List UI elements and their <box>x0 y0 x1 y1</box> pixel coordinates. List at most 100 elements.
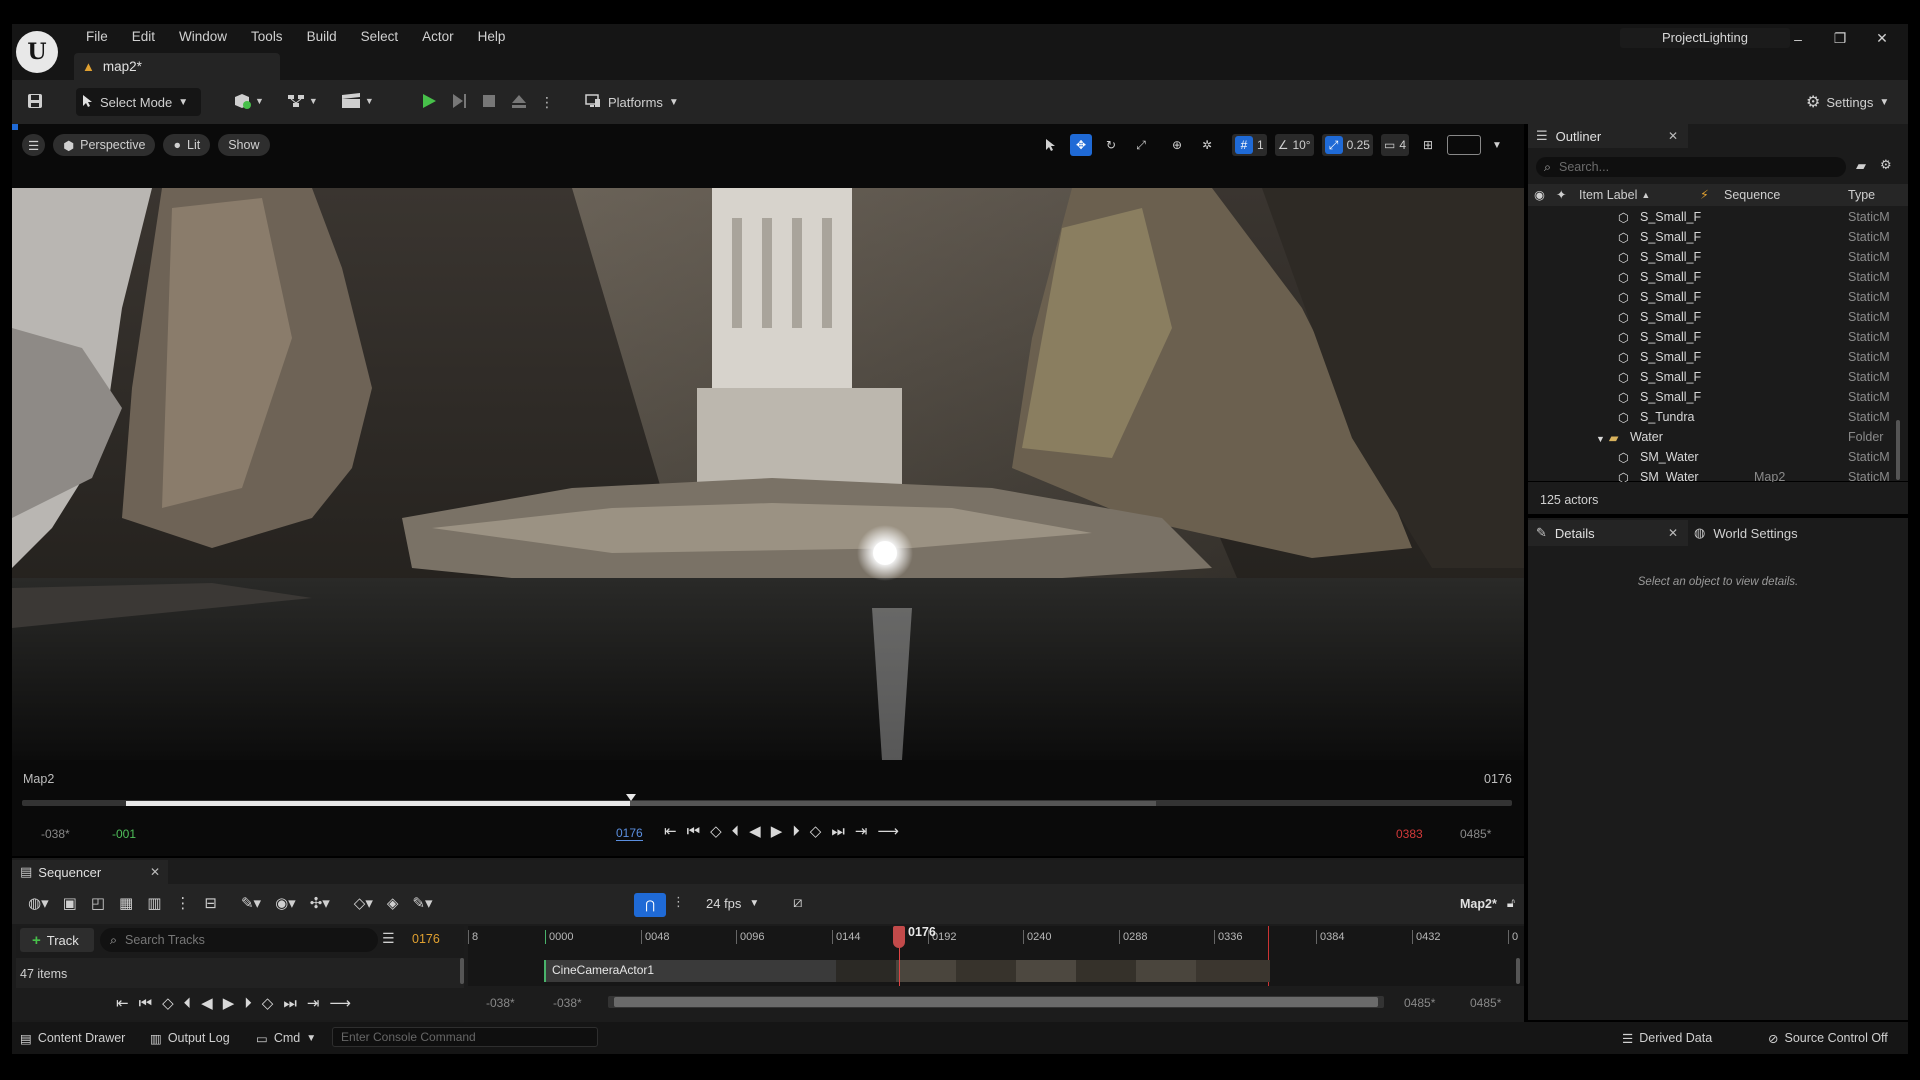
step-back-icon[interactable]: ⏴ <box>184 995 192 1012</box>
play-icon[interactable]: ▶ <box>223 994 235 1012</box>
loop-icon[interactable]: ⟶ <box>329 994 351 1012</box>
outliner-row[interactable]: ⬡ S_Small_F StaticM <box>1528 387 1908 407</box>
world-space-icon[interactable]: ⊕ <box>1166 134 1188 156</box>
blueprints-button[interactable]: ▼ <box>286 92 318 110</box>
key-icon[interactable]: ◇▾ <box>354 894 373 912</box>
step-forward-icon[interactable]: ⏵ <box>792 823 800 840</box>
surface-snap-icon[interactable]: ✲ <box>1196 134 1218 156</box>
prev-key-icon[interactable]: ◇ <box>162 994 174 1012</box>
menu-help[interactable]: Help <box>466 29 518 44</box>
pin-icon[interactable]: ✦ <box>1556 187 1566 202</box>
menu-actor[interactable]: Actor <box>410 29 466 44</box>
rotate-tool-icon[interactable]: ↻ <box>1100 134 1122 156</box>
start-in-frame[interactable]: -038* <box>41 827 70 841</box>
eject-icon[interactable] <box>510 92 528 113</box>
play-reverse-icon[interactable]: ◀ <box>749 822 761 840</box>
sequencer-current-frame[interactable]: 0176 <box>412 932 440 946</box>
outliner-row[interactable]: ⬡ S_Small_F StaticM <box>1528 227 1908 247</box>
render-movie-icon[interactable]: ▦ <box>119 894 133 912</box>
playback-options-icon[interactable]: ✣▾ <box>310 894 330 912</box>
more-options-icon[interactable]: ⋮ <box>540 94 554 111</box>
snap-magnet-icon[interactable]: ⋂ <box>634 893 666 917</box>
eye-icon[interactable]: ◉ <box>1534 187 1545 202</box>
save-sequence-icon[interactable]: ▣ <box>63 894 77 912</box>
sequencer-ruler[interactable]: 8 0000 0048 0096 0144 0192 0240 0288 033… <box>468 930 1524 952</box>
menu-tools[interactable]: Tools <box>239 29 295 44</box>
unreal-logo-icon[interactable]: U <box>16 31 58 73</box>
source-control-button[interactable]: ⊘ Source Control Off <box>1762 1024 1894 1052</box>
add-folder-icon[interactable]: ▰ <box>1856 158 1866 174</box>
timeline-scrub-handle[interactable] <box>626 794 636 801</box>
key-interp-icon[interactable]: ◈ <box>387 894 399 912</box>
step-forward-icon[interactable]: ⏵ <box>244 995 252 1012</box>
jump-back-icon[interactable]: ⏮ <box>687 823 701 840</box>
grid-snap-toggle[interactable]: # 1 <box>1232 134 1267 156</box>
scene-render[interactable] <box>12 188 1524 760</box>
save-icon[interactable] <box>26 92 44 110</box>
col-type[interactable]: Type <box>1848 188 1875 202</box>
go-to-start-icon[interactable]: ⇤ <box>116 994 129 1012</box>
start-frame[interactable]: -001 <box>112 827 136 841</box>
menu-select[interactable]: Select <box>349 29 411 44</box>
scale-snap-toggle[interactable]: ⤢ 0.25 <box>1321 134 1373 156</box>
hierarchy-icon[interactable]: ⊟ <box>204 894 217 912</box>
platforms-dropdown[interactable]: Platforms ▼ <box>578 88 685 116</box>
filter-icon[interactable]: ☰ <box>382 930 395 947</box>
show-button[interactable]: Show <box>218 134 270 156</box>
timeline-scrollbar[interactable] <box>1516 958 1520 984</box>
angle-snap-toggle[interactable]: ∠ 10° <box>1274 134 1314 156</box>
translate-tool-icon[interactable]: ✥ <box>1070 134 1092 156</box>
menu-build[interactable]: Build <box>295 29 349 44</box>
minimize-icon[interactable]: – <box>1790 31 1806 47</box>
outliner-row[interactable]: ⬡ S_Tundra StaticM <box>1528 407 1908 427</box>
viewport-layout-icon[interactable] <box>1447 135 1481 155</box>
edit-curve-icon[interactable]: ✎▾ <box>412 894 432 912</box>
select-tool-icon[interactable] <box>1040 134 1062 156</box>
go-to-start-icon[interactable]: ⇤ <box>664 822 677 840</box>
jump-back-icon[interactable]: ⏮ <box>139 995 153 1012</box>
view-icon[interactable]: ◉▾ <box>275 894 296 912</box>
play-icon[interactable]: ▶ <box>771 822 783 840</box>
current-frame-field[interactable]: 0176 <box>616 826 643 841</box>
layout-grid-icon[interactable]: ⊞ <box>1417 134 1439 156</box>
outliner-row[interactable]: ⬡ S_Small_F StaticM <box>1528 267 1908 287</box>
stop-icon[interactable] <box>480 92 498 113</box>
cinematics-button[interactable]: ▼ <box>340 92 374 110</box>
outliner-row[interactable]: ⬡ S_Small_F StaticM <box>1528 287 1908 307</box>
outliner-row[interactable]: ⬡ S_Small_F StaticM <box>1528 307 1908 327</box>
lit-button[interactable]: ● Lit <box>163 134 211 156</box>
jump-forward-icon[interactable]: ⏭ <box>283 995 297 1012</box>
select-mode-dropdown[interactable]: Select Mode ▼ <box>76 88 201 116</box>
outliner-row[interactable]: ⬡ S_Small_F StaticM <box>1528 367 1908 387</box>
next-key-icon[interactable]: ◇ <box>262 994 274 1012</box>
working-range-start[interactable]: -038* <box>553 996 582 1010</box>
view-range-end[interactable]: 0485* <box>1470 996 1501 1010</box>
console-command-input[interactable]: Enter Console Command <box>332 1027 598 1047</box>
outliner-row[interactable]: ⬡ S_Small_F StaticM <box>1528 247 1908 267</box>
sequencer-tab[interactable]: ▤ Sequencer ✕ <box>12 860 168 884</box>
curve-editor-icon[interactable]: ⧄ <box>793 894 803 911</box>
sequence-name[interactable]: Map2* <box>1460 897 1497 911</box>
outliner-tab[interactable]: ☰ Outliner ✕ <box>1528 124 1688 148</box>
go-to-end-icon[interactable]: ⇥ <box>855 822 868 840</box>
menu-file[interactable]: File <box>74 29 120 44</box>
outliner-row[interactable]: ⬡ S_Small_F StaticM <box>1528 207 1908 227</box>
camera-speed-button[interactable]: ▭ 4 <box>1380 134 1409 156</box>
play-icon[interactable] <box>420 92 438 113</box>
tools-icon[interactable]: ✎▾ <box>241 894 261 912</box>
track-list-scrollbar[interactable] <box>460 958 464 984</box>
outliner-row[interactable]: ⬡ S_Small_F StaticM <box>1528 327 1908 347</box>
close-icon[interactable]: ✕ <box>150 865 160 879</box>
close-icon[interactable]: ✕ <box>1668 526 1678 540</box>
end-frame[interactable]: 0383 <box>1396 827 1423 841</box>
restore-icon[interactable]: ❐ <box>1832 30 1848 47</box>
jump-forward-icon[interactable]: ⏭ <box>831 823 845 840</box>
close-icon[interactable]: ✕ <box>1668 129 1678 143</box>
chevron-down-icon[interactable]: ▼ <box>1489 134 1505 156</box>
menu-window[interactable]: Window <box>167 29 239 44</box>
play-reverse-icon[interactable]: ◀ <box>201 994 213 1012</box>
loop-icon[interactable]: ⟶ <box>877 822 899 840</box>
playhead-handle[interactable] <box>893 926 905 948</box>
find-in-browser-icon[interactable]: ◰ <box>91 894 105 912</box>
gear-icon[interactable]: ⚙ <box>1880 157 1892 173</box>
